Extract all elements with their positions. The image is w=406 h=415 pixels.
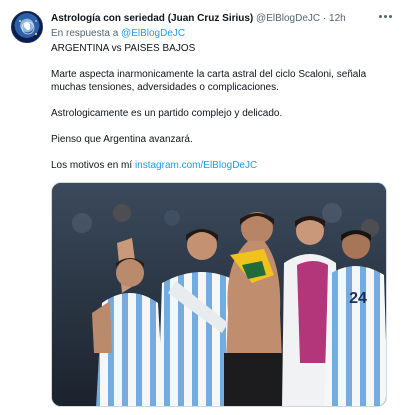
tweet-paragraph: Marte aspecta inarmonicamente la carta a… [51,69,367,93]
tweet-card[interactable]: Astrología con seriedad (Juan Cruz Siriu… [0,0,406,415]
author-display-name[interactable]: Astrología con seriedad (Juan Cruz Siriu… [51,13,253,24]
tweet-header: Astrología con seriedad (Juan Cruz Siriu… [51,12,376,25]
tweet-text: ARGENTINA vs PAISES BAJOS Marte aspecta … [51,42,386,185]
instagram-link[interactable]: instagram.com/ElBlogDeJC [135,160,257,171]
astrology-logo-icon[interactable] [11,11,43,43]
more-options-icon[interactable] [377,9,393,23]
photo-football-players-celebrating: 24 [52,183,386,406]
tweet-paragraph: Pienso que Argentina avanzará. [51,134,193,145]
author-handle[interactable]: @ElBlogDeJC [256,13,320,24]
separator-dot: · [322,13,327,24]
tweet-paragraph-motives: Los motivos en mí instagram.com/ElBlogDe… [51,159,386,172]
tweet-paragraph: ARGENTINA vs PAISES BAJOS [51,43,196,54]
reply-prefix: En respuesta a [51,28,119,39]
reply-context: En respuesta a @ElBlogDeJC [51,27,185,40]
tweet-paragraph: Astrologicamente es un partido complejo … [51,108,283,119]
jersey-number: 24 [349,290,367,307]
motives-text: Los motivos en mí [51,160,133,171]
reply-handle-link[interactable]: @ElBlogDeJC [121,28,185,39]
tweet-timestamp[interactable]: 12h [329,13,346,24]
tweet-media-photo[interactable]: 24 [51,182,387,407]
